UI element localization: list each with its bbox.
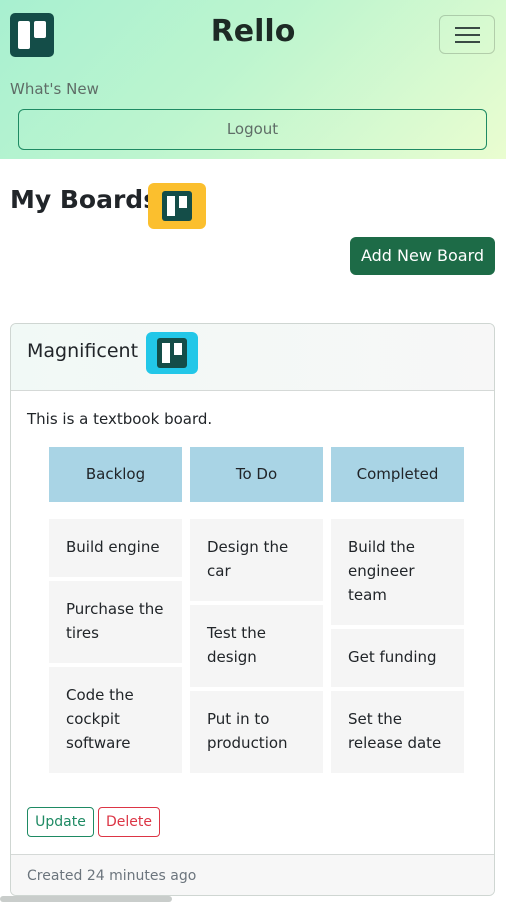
column-header: Completed [331, 447, 464, 502]
task-card[interactable]: Purchase the tires [49, 581, 182, 663]
board-name: Magnificent [27, 340, 139, 362]
column-header: Backlog [49, 447, 182, 502]
task-card[interactable]: Set the release date [331, 691, 464, 773]
board-column-backlog: Backlog Build engine Purchase the tires … [49, 447, 182, 773]
board-description: This is a textbook board. [27, 410, 213, 428]
task-card[interactable]: Code the cockpit software [49, 667, 182, 773]
board-card-footer: Created 24 minutes ago [11, 854, 494, 895]
created-timestamp: Created 24 minutes ago [27, 868, 197, 884]
board-icon-mark [162, 191, 192, 221]
board-column-todo: To Do Design the car Test the design Put… [190, 447, 323, 773]
hamburger-menu-icon [455, 34, 480, 36]
page-title: My Boards [10, 185, 159, 214]
board-card-header: Magnificent [11, 324, 494, 391]
hamburger-menu-icon [455, 41, 480, 43]
delete-board-button[interactable]: Delete [98, 807, 160, 837]
task-card[interactable]: Design the car [190, 519, 323, 601]
update-board-button[interactable]: Update [27, 807, 94, 837]
trello-board-icon [148, 183, 206, 229]
board-card: Magnificent This is a textbook board. Ba… [10, 323, 495, 896]
board-icon-bar-left [162, 343, 170, 363]
trello-board-icon [146, 332, 198, 374]
column-header: To Do [190, 447, 323, 502]
board-icon-bar-right [174, 343, 182, 355]
task-card[interactable]: Test the design [190, 605, 323, 687]
app-title[interactable]: Rello [0, 14, 506, 49]
board-icon-bar-right [179, 196, 187, 208]
logout-button[interactable]: Logout [18, 109, 487, 150]
navbar-toggle-button[interactable] [439, 15, 495, 54]
navbar: Rello What's New Logout [0, 0, 506, 159]
task-card[interactable]: Get funding [331, 629, 464, 687]
board-icon-mark [157, 338, 187, 368]
add-new-board-button[interactable]: Add New Board [350, 237, 495, 275]
board-column-completed: Completed Build the engineer team Get fu… [331, 447, 464, 773]
hamburger-menu-icon [455, 27, 480, 29]
task-card[interactable]: Build the engineer team [331, 519, 464, 625]
whats-new-link[interactable]: What's New [10, 80, 99, 98]
task-card[interactable]: Build engine [49, 519, 182, 577]
horizontal-scrollbar[interactable] [0, 896, 172, 902]
task-card[interactable]: Put in to production [190, 691, 323, 773]
board-icon-bar-left [167, 196, 175, 216]
